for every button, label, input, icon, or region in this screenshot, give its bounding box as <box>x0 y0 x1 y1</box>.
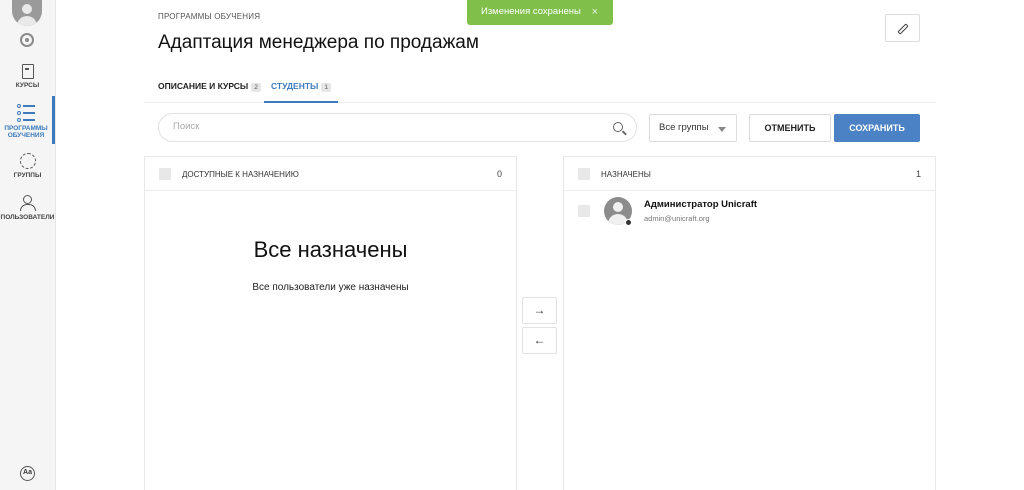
user-email: admin@unicraft.org <box>644 214 710 223</box>
panel-title: ДОСТУПНЫЕ К НАЗНАЧЕНИЮ <box>182 170 299 179</box>
chevron-down-icon <box>718 127 726 132</box>
save-button[interactable]: СОХРАНИТЬ <box>834 114 920 142</box>
panel-header: НАЗНАЧЕНЫ 1 <box>564 157 935 191</box>
toast-message: Изменения сохранены <box>481 6 581 17</box>
tab-badge: 2 <box>251 83 261 92</box>
edit-button[interactable] <box>885 14 920 42</box>
select-all-checkbox[interactable] <box>578 168 590 180</box>
groups-icon <box>19 153 36 169</box>
tab-students[interactable]: СТУДЕНТЫ 1 <box>264 81 338 103</box>
panel-title: НАЗНАЧЕНЫ <box>601 170 651 179</box>
assigned-panel: НАЗНАЧЕНЫ 1 Администратор Unicraft admin… <box>563 156 936 490</box>
search-input[interactable] <box>173 121 593 132</box>
user-checkbox[interactable] <box>578 205 590 217</box>
select-all-checkbox[interactable] <box>159 168 171 180</box>
tab-label: СТУДЕНТЫ <box>271 81 319 91</box>
page-title: Адаптация менеджера по продажам <box>158 32 479 53</box>
sidebar-item-programs[interactable]: ПРОГРАММЫ ОБУЧЕНИЯ <box>0 96 55 144</box>
success-toast: Изменения сохранены × <box>467 0 613 25</box>
sidebar-item-label: ПРОГРАММЫ ОБУЧЕНИЯ <box>4 125 48 139</box>
sidebar: КУРСЫ ПРОГРАММЫ ОБУЧЕНИЯ ГРУППЫ ПОЛЬЗОВА… <box>0 0 56 490</box>
panel-count: 1 <box>915 169 921 179</box>
pencil-icon <box>897 23 909 35</box>
sidebar-item-groups[interactable]: ГРУППЫ <box>0 153 55 179</box>
status-dot-icon <box>625 219 632 226</box>
sidebar-item-courses[interactable]: КУРСЫ <box>0 64 55 89</box>
empty-state-title: Все назначены <box>253 237 408 262</box>
search-icon[interactable] <box>613 122 623 132</box>
user-name: Администратор Unicraft <box>644 199 758 210</box>
move-left-button[interactable]: ← <box>522 327 557 354</box>
tab-description-courses[interactable]: ОПИСАНИЕ И КУРСЫ 2 <box>158 81 261 103</box>
profile-avatar[interactable] <box>12 0 42 26</box>
sidebar-item-label: ПОЛЬЗОВАТЕЛИ <box>0 214 55 221</box>
search-box <box>158 113 637 142</box>
tab-badge: 1 <box>321 83 331 92</box>
empty-state-subtitle: Все пользователи уже назначены <box>252 282 409 293</box>
tab-bar: ОПИСАНИЕ И КУРСЫ 2 СТУДЕНТЫ 1 <box>144 75 936 103</box>
breadcrumb[interactable]: ПРОГРАММЫ ОБУЧЕНИЯ <box>158 12 260 21</box>
list-item[interactable]: Администратор Unicraft admin@unicraft.or… <box>564 192 935 232</box>
tab-label: ОПИСАНИЕ И КУРСЫ <box>158 81 249 91</box>
move-right-button[interactable]: → <box>522 297 557 324</box>
list-icon <box>17 104 35 122</box>
gear-icon[interactable] <box>20 33 34 47</box>
sidebar-item-users[interactable]: ПОЛЬЗОВАТЕЛИ <box>0 195 55 221</box>
panel-count: 0 <box>496 169 502 179</box>
close-icon[interactable]: × <box>592 0 598 24</box>
users-icon <box>19 195 37 211</box>
language-icon[interactable]: Aa <box>20 466 35 481</box>
group-filter-select[interactable]: Все группы <box>649 114 737 142</box>
sidebar-item-label: КУРСЫ <box>15 82 40 89</box>
available-panel: ДОСТУПНЫЕ К НАЗНАЧЕНИЮ 0 Все назначены В… <box>144 156 517 490</box>
sidebar-item-label: ГРУППЫ <box>13 172 42 179</box>
panel-header: ДОСТУПНЫЕ К НАЗНАЧЕНИЮ 0 <box>145 157 516 191</box>
group-filter-value: Все группы <box>659 122 709 133</box>
cancel-button[interactable]: ОТМЕНИТЬ <box>749 114 831 142</box>
book-icon <box>21 64 34 79</box>
